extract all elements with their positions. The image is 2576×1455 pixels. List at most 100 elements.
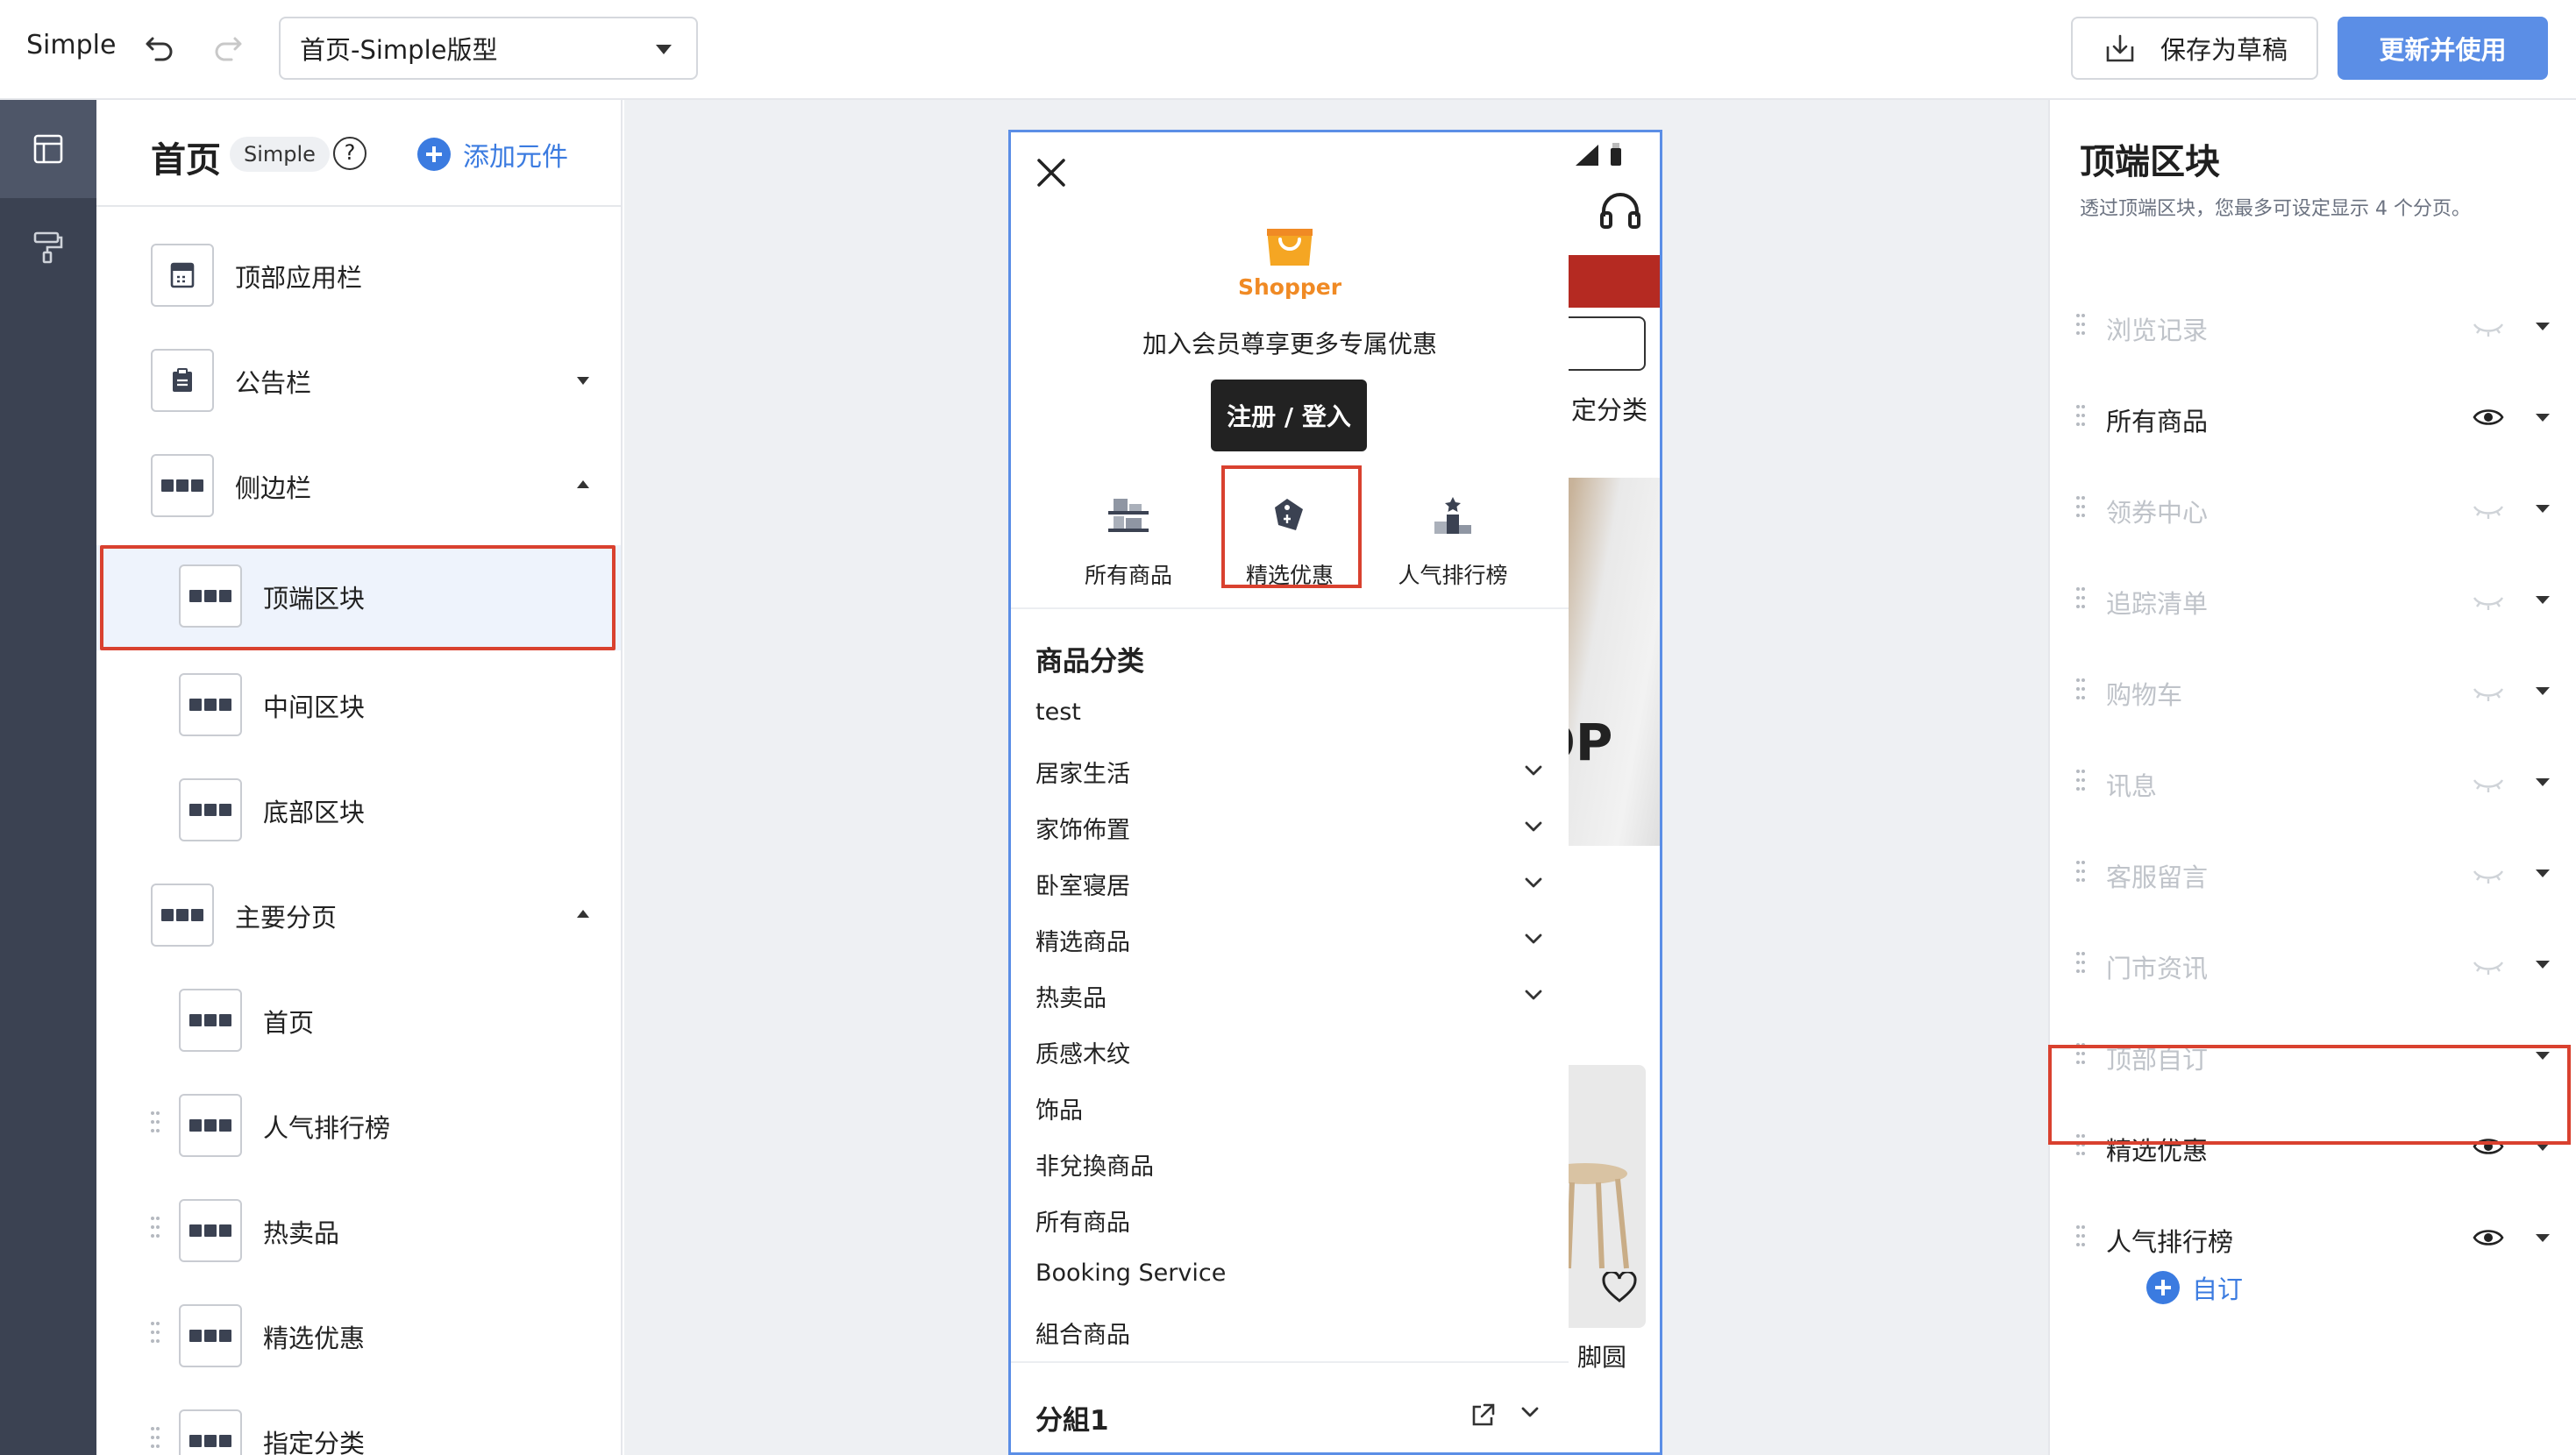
tree-item-sidebar[interactable]: 侧边栏	[96, 435, 621, 540]
caret-up-icon[interactable]	[577, 910, 589, 918]
tree-item-home[interactable]: 首页	[96, 969, 621, 1075]
tab-option-row[interactable]: 领券中心	[2048, 463, 2576, 554]
tree-item-main-tabs[interactable]: 主要分页	[96, 864, 621, 969]
layout-select[interactable]: 首页-Simple版型	[279, 17, 698, 80]
rail-theme-button[interactable]	[0, 198, 96, 296]
caret-down-icon[interactable]	[2536, 596, 2550, 604]
tree-item-category[interactable]: 指定分类	[96, 1390, 621, 1455]
drag-handle-icon[interactable]	[149, 1215, 161, 1239]
category-item[interactable]: test	[1035, 699, 1553, 755]
quick-link-ranking[interactable]: 人气排行榜	[1365, 486, 1541, 600]
tab-option-row[interactable]: 所有商品	[2048, 372, 2576, 463]
app-bar-icon	[151, 244, 214, 307]
eye-closed-icon[interactable]	[2473, 587, 2504, 612]
eye-closed-icon[interactable]	[2473, 770, 2504, 794]
quick-link-all-products[interactable]: 所有商品	[1041, 486, 1216, 600]
external-link-icon[interactable]	[1469, 1402, 1497, 1430]
eye-closed-icon[interactable]	[2473, 678, 2504, 703]
tree-item-hot-sale[interactable]: 热卖品	[96, 1180, 621, 1285]
category-item[interactable]: 組合商品	[1035, 1316, 1553, 1372]
rail-layout-button[interactable]	[0, 100, 96, 198]
category-item[interactable]: 卧室寝居	[1035, 867, 1553, 923]
theme-badge: Simple	[230, 137, 330, 172]
drag-handle-icon[interactable]	[149, 1110, 161, 1134]
login-button[interactable]: 注册 / 登入	[1211, 380, 1367, 451]
category-item[interactable]: 所有商品	[1035, 1203, 1553, 1260]
undo-icon[interactable]	[142, 32, 177, 67]
drag-handle-icon[interactable]	[2074, 859, 2087, 884]
tree-item-top-app-bar[interactable]: 顶部应用栏	[96, 224, 621, 330]
redo-icon[interactable]	[210, 32, 246, 67]
caret-down-icon[interactable]	[2536, 323, 2550, 330]
chevron-down-icon[interactable]	[1523, 820, 1544, 834]
drag-handle-icon[interactable]	[2074, 950, 2087, 975]
caret-down-icon[interactable]	[2536, 778, 2550, 786]
quick-link-label: 人气排行榜	[1398, 563, 1508, 588]
drag-handle-icon[interactable]	[149, 1320, 161, 1345]
tree-item-label: 中间区块	[263, 692, 366, 722]
save-draft-button[interactable]: 保存为草稿	[2071, 17, 2318, 80]
caret-down-icon[interactable]	[2536, 961, 2550, 969]
category-item[interactable]: 非兌換商品	[1035, 1147, 1553, 1203]
tab-option-row[interactable]: 购物车	[2048, 645, 2576, 736]
tab-option-row[interactable]: 浏览记录	[2048, 280, 2576, 372]
add-component-button[interactable]: 添加元件	[417, 135, 568, 174]
close-icon[interactable]	[1034, 155, 1069, 190]
eye-icon[interactable]	[2473, 405, 2504, 429]
add-custom-button[interactable]: 自订	[2146, 1269, 2243, 1306]
category-item[interactable]: 居家生活	[1035, 755, 1553, 811]
layout-select-value: 首页-Simple版型	[300, 35, 498, 65]
drag-handle-icon[interactable]	[2074, 312, 2087, 337]
shopping-bag-logo	[1267, 229, 1313, 266]
tree-item-middle-block[interactable]: 中间区块	[96, 654, 621, 759]
eye-icon[interactable]	[2473, 1225, 2504, 1250]
help-icon[interactable]: ?	[333, 137, 366, 170]
drag-handle-icon[interactable]	[2074, 403, 2087, 428]
paint-roller-icon	[33, 231, 63, 264]
category-item[interactable]: 质感木纹	[1035, 1035, 1553, 1091]
chevron-down-icon[interactable]	[1523, 932, 1544, 946]
tree-item-ranking[interactable]: 人气排行榜	[96, 1075, 621, 1180]
drag-handle-icon[interactable]	[2074, 768, 2087, 792]
category-item[interactable]: 饰品	[1035, 1091, 1553, 1147]
chevron-down-icon[interactable]	[1519, 1405, 1541, 1419]
category-item[interactable]: 精选商品	[1035, 923, 1553, 979]
tab-option-row[interactable]: 讯息	[2048, 736, 2576, 827]
tree-item-featured-deals[interactable]: 精选优惠	[96, 1285, 621, 1390]
caret-down-icon[interactable]	[2536, 1234, 2550, 1242]
caret-down-icon[interactable]	[577, 377, 589, 385]
drag-handle-icon[interactable]	[2074, 494, 2087, 519]
caret-down-icon[interactable]	[2536, 869, 2550, 877]
tab-option-row[interactable]: 人气排行榜	[2048, 1192, 2576, 1283]
eye-closed-icon[interactable]	[2473, 496, 2504, 521]
drag-handle-icon[interactable]	[149, 1425, 161, 1450]
block-icon	[179, 1199, 242, 1262]
caret-down-icon[interactable]	[2536, 414, 2550, 422]
eye-closed-icon[interactable]	[2473, 952, 2504, 976]
tree-item-label: 底部区块	[263, 798, 366, 827]
chevron-down-icon[interactable]	[1523, 988, 1544, 1002]
chevron-down-icon[interactable]	[1523, 763, 1544, 777]
category-item[interactable]: Booking Service	[1035, 1260, 1553, 1316]
drag-handle-icon[interactable]	[2074, 586, 2087, 610]
tree-item-announcement[interactable]: 公告栏	[96, 330, 621, 435]
tab-option-row[interactable]: 追踪清单	[2048, 554, 2576, 645]
tree-item-label: 热卖品	[263, 1218, 340, 1248]
tree-item-bottom-block[interactable]: 底部区块	[96, 759, 621, 864]
publish-button[interactable]: 更新并使用	[2338, 17, 2548, 80]
tab-option-row[interactable]: 客服留言	[2048, 827, 2576, 919]
eye-closed-icon[interactable]	[2473, 314, 2504, 338]
caret-down-icon[interactable]	[2536, 687, 2550, 695]
drag-handle-icon[interactable]	[2074, 1224, 2087, 1248]
chevron-down-icon[interactable]	[1523, 876, 1544, 890]
eye-closed-icon[interactable]	[2473, 861, 2504, 885]
category-item[interactable]: 热卖品	[1035, 979, 1553, 1035]
tab-option-row[interactable]: 门市资讯	[2048, 919, 2576, 1010]
category-item[interactable]: 家饰佈置	[1035, 811, 1553, 867]
caret-down-icon[interactable]	[2536, 505, 2550, 513]
drag-handle-icon[interactable]	[2074, 677, 2087, 701]
caret-up-icon[interactable]	[577, 480, 589, 488]
settings-title: 顶端区块	[2080, 142, 2220, 182]
category-label: 精选商品	[1035, 929, 1130, 956]
headset-icon	[1600, 193, 1640, 229]
